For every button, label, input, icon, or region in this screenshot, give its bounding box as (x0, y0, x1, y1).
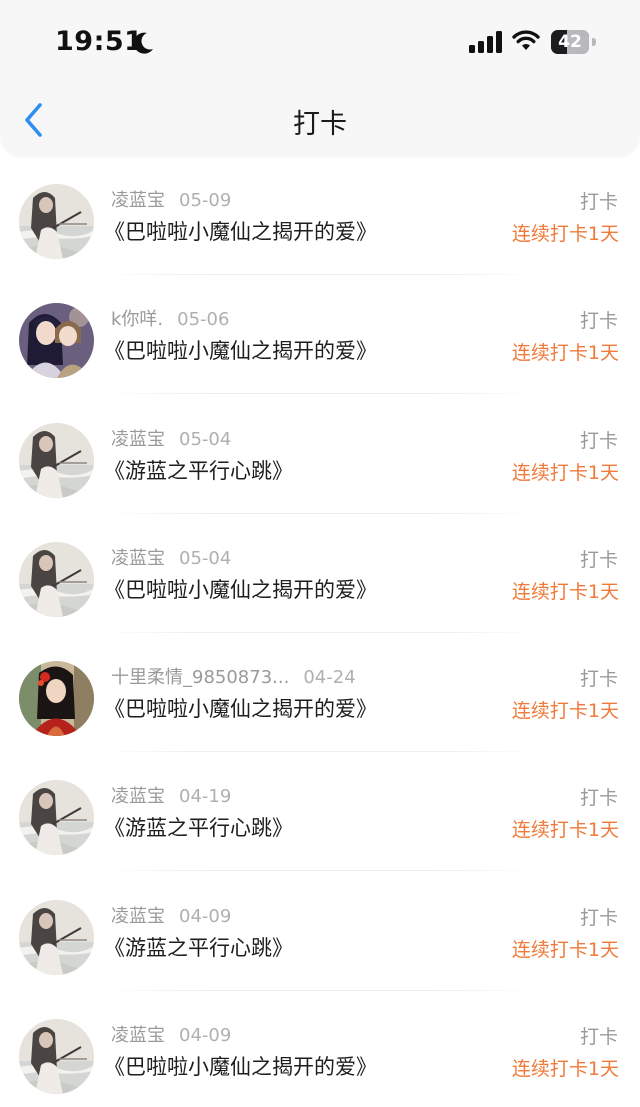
record-date: 05-04 (179, 547, 232, 569)
user-name[interactable]: 凌蓝宝 (111, 190, 165, 211)
avatar[interactable] (19, 1019, 94, 1095)
list-item[interactable]: 凌蓝宝 05-09 《巴啦啦小魔仙之揭开的爱》 打卡连续打卡1天 (0, 156, 640, 275)
avatar[interactable] (19, 303, 94, 379)
record-meta: k你咩. 05-06 (111, 305, 229, 331)
record-meta: 凌蓝宝 04-09 (111, 902, 231, 928)
book-title[interactable]: 《游蓝之平行心跳》 (104, 455, 293, 485)
record-meta: 凌蓝宝 04-19 (111, 782, 231, 808)
streak-label: 连续打卡1天 (511, 819, 619, 842)
book-title[interactable]: 《巴啦啦小魔仙之揭开的爱》 (104, 693, 377, 723)
list-item[interactable]: 十里柔情_9850873... 04-24 《巴啦啦小魔仙之揭开的爱》 打卡连续打卡1… (0, 633, 640, 753)
book-title[interactable]: 《巴啦啦小魔仙之揭开的爱》 (104, 216, 377, 246)
record-meta: 凌蓝宝 05-04 (111, 425, 231, 451)
streak-label: 连续打卡1天 (511, 342, 619, 365)
user-name[interactable]: 凌蓝宝 (111, 548, 165, 569)
record-meta: 凌蓝宝 04-09 (111, 1021, 231, 1047)
list-item[interactable]: k你咩. 05-06 《巴啦啦小魔仙之揭开的爱》 打卡连续打卡1天 (0, 275, 640, 395)
streak-label: 连续打卡1天 (511, 1058, 619, 1081)
avatar[interactable] (19, 184, 94, 259)
book-title[interactable]: 《巴啦啦小魔仙之揭开的爱》 (104, 574, 377, 604)
record-date: 05-06 (177, 309, 230, 331)
user-name[interactable]: 凌蓝宝 (111, 1025, 165, 1046)
avatar[interactable] (19, 899, 94, 975)
avatar[interactable] (19, 780, 94, 856)
record-date: 04-09 (179, 905, 232, 927)
top-header: 19:51 42 打卡 (0, 0, 640, 156)
checkin-label: 打卡 (579, 310, 618, 333)
checkin-label: 打卡 (579, 668, 618, 691)
user-name[interactable]: 凌蓝宝 (111, 786, 165, 807)
user-name[interactable]: 十里柔情_9850873... (111, 667, 289, 688)
streak-label: 连续打卡1天 (511, 700, 619, 723)
battery-icon: 42 (551, 30, 589, 54)
signal-icon (469, 31, 502, 53)
checkin-label: 打卡 (579, 429, 618, 452)
checkin-label: 打卡 (579, 787, 618, 810)
wifi-icon (512, 30, 540, 50)
streak-label: 连续打卡1天 (511, 461, 619, 484)
record-date: 05-04 (179, 428, 232, 450)
streak-label: 连续打卡1天 (511, 938, 619, 961)
list-item[interactable]: 凌蓝宝 04-09 《巴啦啦小魔仙之揭开的爱》 打卡连续打卡1天 (0, 991, 640, 1107)
record-meta: 十里柔情_9850873... 04-24 (111, 663, 356, 689)
battery-cap (592, 38, 596, 46)
page-title: 打卡 (293, 109, 347, 140)
avatar[interactable] (19, 541, 94, 617)
streak-label: 连续打卡1天 (511, 580, 619, 603)
record-meta: 凌蓝宝 05-09 (111, 186, 231, 212)
checkin-label: 打卡 (579, 1026, 618, 1049)
list-item[interactable]: 凌蓝宝 05-04 《巴啦啦小魔仙之揭开的爱》 打卡连续打卡1天 (0, 514, 640, 633)
list-item[interactable]: 凌蓝宝 04-09 《游蓝之平行心跳》 打卡连续打卡1天 (0, 872, 640, 991)
list-item[interactable]: 凌蓝宝 05-04 《游蓝之平行心跳》 打卡连续打卡1天 (0, 395, 640, 514)
battery-level: 42 (558, 32, 582, 52)
record-meta: 凌蓝宝 05-04 (111, 544, 231, 570)
book-title[interactable]: 《游蓝之平行心跳》 (104, 932, 293, 962)
avatar[interactable] (19, 422, 94, 498)
avatar[interactable] (19, 661, 94, 737)
book-title[interactable]: 《巴啦啦小魔仙之揭开的爱》 (104, 335, 377, 365)
checkin-list: 凌蓝宝 05-09 《巴啦啦小魔仙之揭开的爱》 打卡 连续打卡1天 k你咩. 05-06 《巴… (0, 156, 640, 1107)
checkin-label: 打卡 (579, 191, 618, 213)
moon-icon (133, 32, 153, 54)
streak-label: 连续打卡1天 (511, 223, 619, 245)
book-title[interactable]: 《游蓝之平行心跳》 (104, 812, 293, 842)
user-name[interactable]: 凌蓝宝 (111, 429, 165, 450)
record-date: 04-19 (179, 786, 232, 808)
book-title[interactable]: 《巴啦啦小魔仙之揭开的爱》 (104, 1051, 377, 1081)
status-bar: 19:51 42 (0, 0, 640, 88)
list-item[interactable]: 凌蓝宝 04-19 《游蓝之平行心跳》 打卡连续打卡1天 (0, 752, 640, 872)
record-date: 04-24 (303, 667, 356, 689)
checkin-label: 打卡 (579, 548, 618, 571)
record-date: 04-09 (179, 1025, 232, 1047)
user-name[interactable]: 凌蓝宝 (111, 906, 165, 927)
record-date: 05-09 (179, 190, 232, 211)
checkin-label: 打卡 (579, 906, 618, 929)
user-name[interactable]: k你咩. (111, 309, 163, 330)
